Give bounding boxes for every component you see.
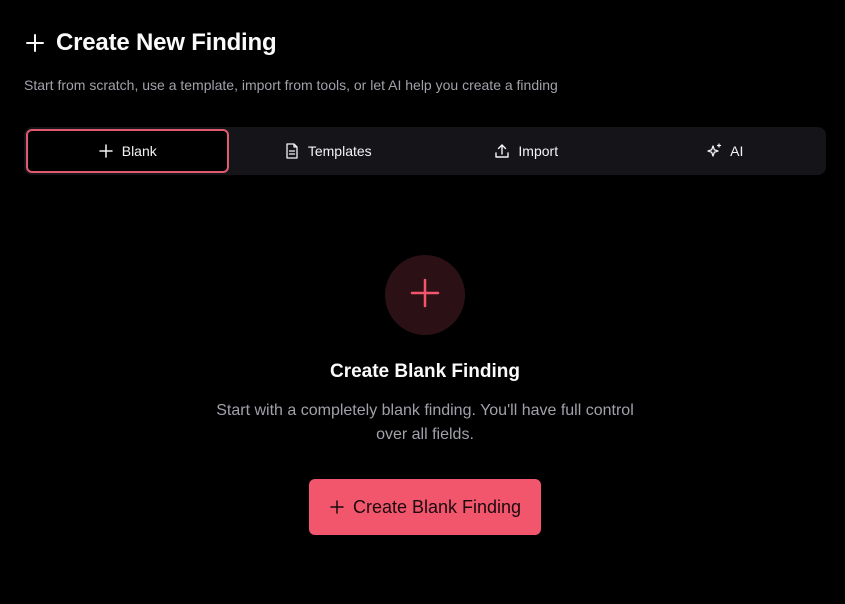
page-subtitle: Start from scratch, use a template, impo… — [24, 77, 558, 93]
tab-label: Blank — [121, 143, 157, 159]
tab-templates[interactable]: Templates — [229, 129, 428, 173]
page-title: Create New Finding — [56, 29, 277, 56]
tab-label: AI — [730, 143, 744, 159]
plus-icon — [24, 32, 46, 54]
empty-state-description: Start with a completely blank finding. Y… — [216, 402, 634, 443]
sparkles-icon — [706, 143, 722, 159]
blank-finding-icon-circle — [385, 255, 465, 335]
document-icon — [284, 143, 300, 159]
create-blank-finding-button[interactable]: Create Blank Finding — [309, 479, 541, 535]
tab-blank[interactable]: Blank — [26, 129, 229, 173]
empty-state-title: Create Blank Finding — [329, 361, 521, 382]
page-header: Create New Finding — [24, 29, 277, 57]
tab-import[interactable]: Import — [427, 129, 626, 173]
plus-icon — [98, 143, 114, 159]
tab-label: Templates — [307, 143, 372, 159]
tab-label: Import — [518, 143, 559, 159]
plus-icon — [409, 277, 441, 314]
tab-ai[interactable]: AI — [626, 129, 825, 173]
creation-mode-tabs: Blank Templates Import AI — [24, 127, 826, 175]
upload-icon — [494, 143, 510, 159]
plus-icon — [329, 499, 345, 515]
button-label: Create Blank Finding — [352, 496, 522, 517]
